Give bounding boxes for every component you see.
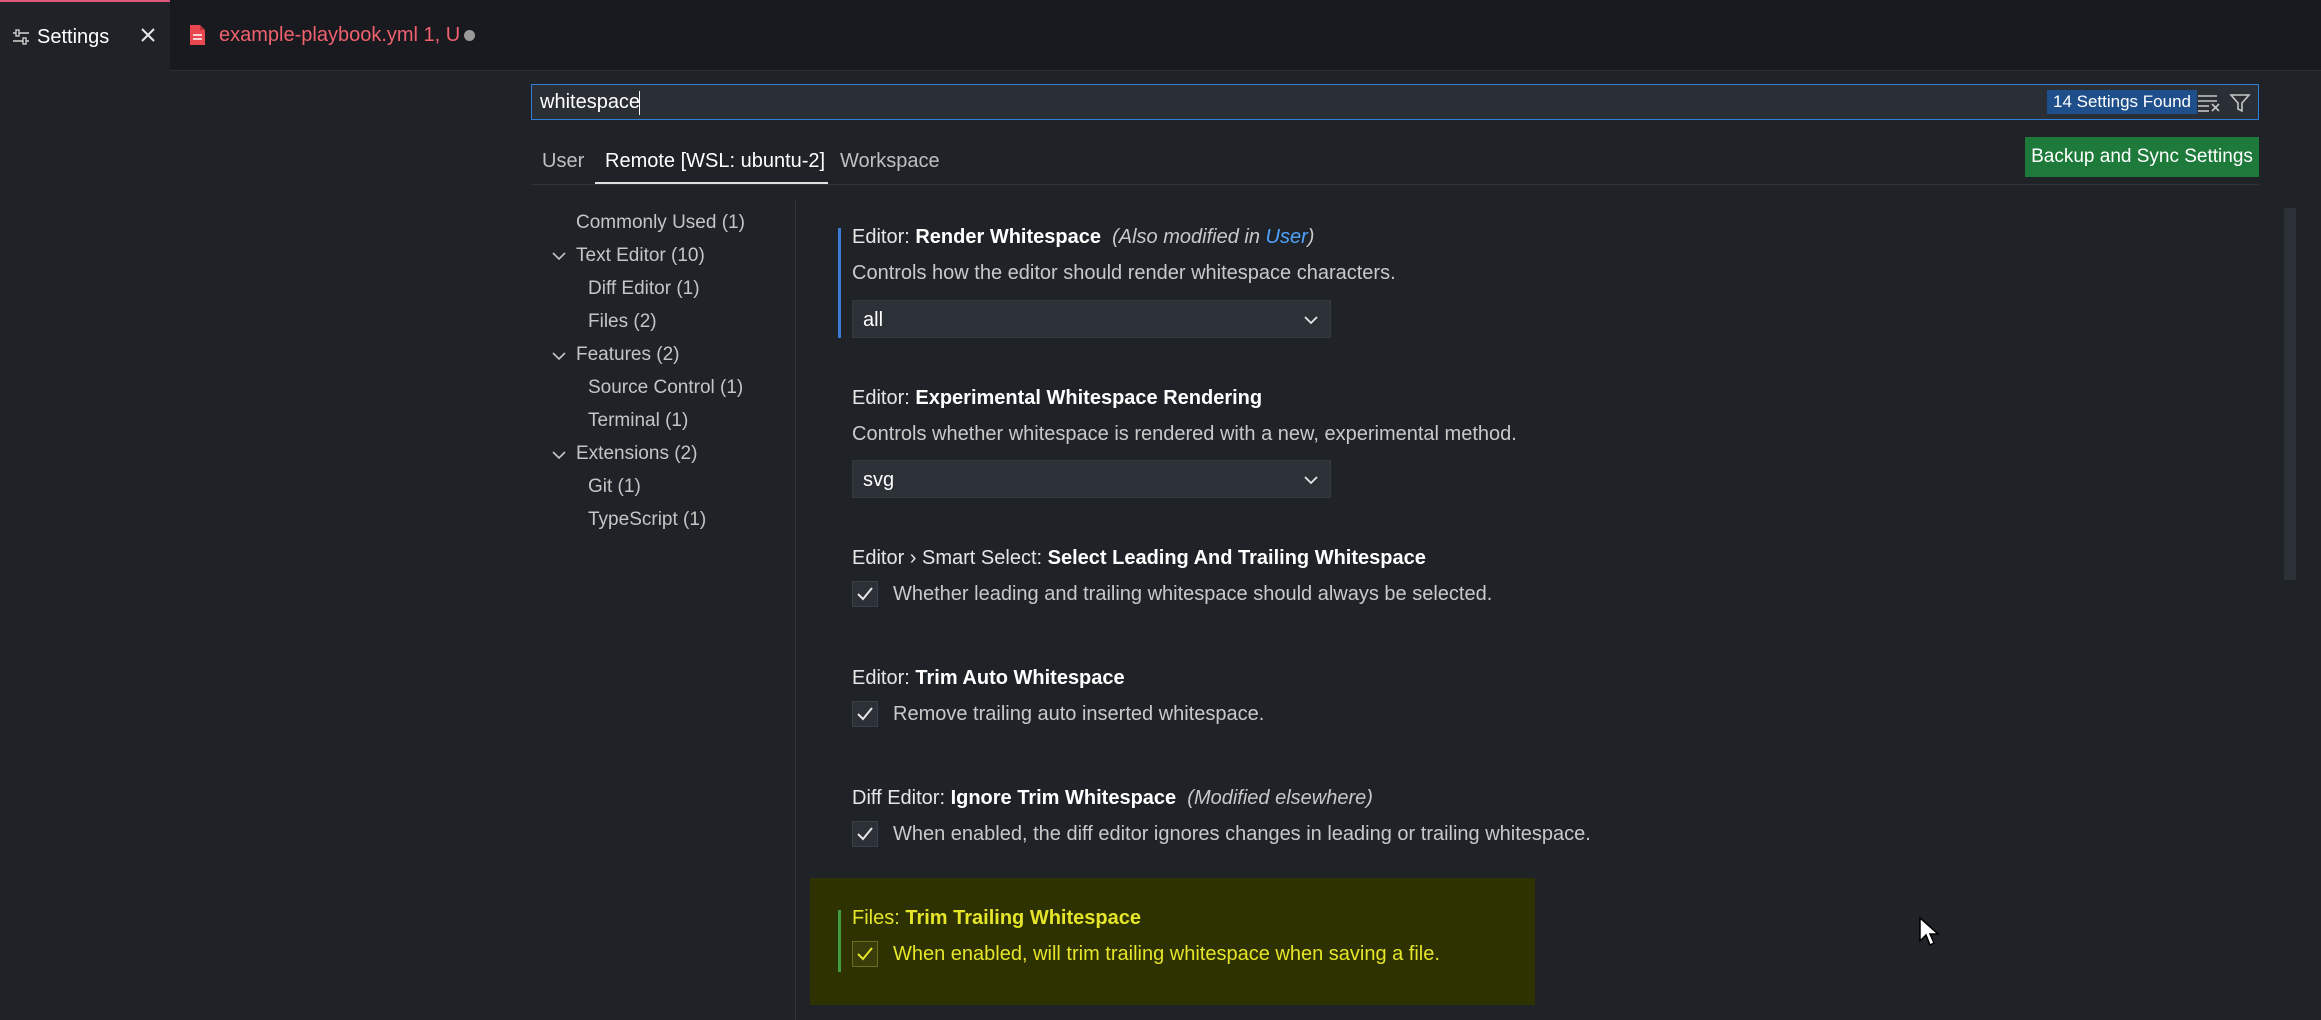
chevron-down-icon	[1304, 316, 1318, 325]
toc-files[interactable]: Files (2)	[588, 311, 657, 333]
focused-indicator	[838, 910, 841, 972]
settings-sliders-icon	[13, 29, 29, 45]
setting-category: Diff Editor:	[852, 787, 951, 809]
user-scope-link[interactable]: User	[1266, 226, 1308, 248]
chevron-down-icon[interactable]	[551, 348, 567, 364]
setting-diff-ignore-trim-title: Diff Editor: Ignore Trim Whitespace (Mod…	[852, 787, 1373, 810]
settings-found-badge: 14 Settings Found	[2047, 90, 2197, 114]
setting-category: Editor:	[852, 226, 916, 248]
setting-category: Editor:	[852, 387, 916, 409]
modified-indicator	[838, 228, 841, 338]
unsaved-dot-icon[interactable]	[464, 30, 475, 41]
experimental-whitespace-dropdown[interactable]: svg	[852, 460, 1331, 498]
dropdown-value: svg	[863, 469, 895, 491]
tab-workspace[interactable]: Workspace	[840, 150, 940, 173]
setting-trim-auto-description: Remove trailing auto inserted whitespace…	[893, 703, 1265, 725]
setting-category: Files:	[852, 907, 906, 929]
close-icon[interactable]	[137, 24, 159, 46]
tab-remote-wsl[interactable]: Remote [WSL: ubuntu-2]	[605, 150, 825, 173]
setting-render-whitespace-description: Controls how the editor should render wh…	[852, 262, 1396, 284]
smart-select-checkbox[interactable]	[852, 581, 878, 607]
setting-category: Editor:	[852, 667, 916, 689]
check-icon	[857, 587, 873, 601]
tab-settings[interactable]: Settings	[0, 0, 170, 72]
setting-name: Trim Auto Whitespace	[915, 667, 1125, 689]
modified-note: (Modified elsewhere)	[1187, 787, 1373, 809]
toc-text-editor[interactable]: Text Editor (10)	[576, 245, 705, 267]
diff-ignore-trim-checkbox[interactable]	[852, 821, 878, 847]
divider	[531, 184, 2259, 185]
toc-divider	[795, 200, 796, 1020]
dropdown-value: all	[863, 309, 884, 331]
setting-name: Ignore Trim Whitespace	[950, 787, 1177, 809]
modified-note: (Also modified in	[1112, 226, 1266, 248]
focused-setting-highlight	[810, 878, 1535, 1005]
chevron-down-icon	[1304, 476, 1318, 485]
toc-diff-editor[interactable]: Diff Editor (1)	[588, 278, 700, 300]
modified-note-end: )	[1307, 226, 1315, 248]
setting-name: Trim Trailing Whitespace	[905, 907, 1141, 929]
toc-typescript[interactable]: TypeScript (1)	[588, 509, 706, 531]
setting-diff-ignore-trim-description: When enabled, the diff editor ignores ch…	[893, 823, 1591, 845]
setting-name: Select Leading And Trailing Whitespace	[1047, 547, 1426, 569]
setting-smart-select-description: Whether leading and trailing whitespace …	[893, 583, 1493, 605]
clear-filter-icon[interactable]	[2197, 93, 2221, 113]
search-input[interactable]	[540, 89, 1940, 115]
setting-smart-select-title: Editor › Smart Select: Select Leading An…	[852, 547, 1426, 570]
yaml-file-icon	[190, 25, 205, 45]
tab-example-playbook[interactable]: example-playbook.yml 1, U	[172, 0, 492, 71]
toc-extensions[interactable]: Extensions (2)	[576, 443, 697, 465]
settings-search-box: 14 Settings Found	[531, 84, 2259, 120]
toc-source-control[interactable]: Source Control (1)	[588, 377, 743, 399]
backup-sync-button[interactable]: Backup and Sync Settings	[2025, 137, 2259, 177]
setting-category: Editor › Smart Select:	[852, 547, 1048, 569]
toc-commonly-used[interactable]: Commonly Used (1)	[576, 212, 745, 234]
tab-label: Settings	[37, 26, 110, 48]
check-icon	[857, 827, 873, 841]
scrollbar-thumb[interactable]	[2284, 208, 2296, 580]
editor-tab-bar: Settings example-playbook.yml 1, U	[0, 0, 2321, 72]
setting-experimental-whitespace-description: Controls whether whitespace is rendered …	[852, 423, 1517, 445]
setting-files-trim-title: Files: Trim Trailing Whitespace	[852, 907, 1141, 930]
check-icon	[857, 947, 873, 961]
text-caret	[639, 91, 640, 115]
files-trim-checkbox[interactable]	[852, 941, 878, 967]
render-whitespace-dropdown[interactable]: all	[852, 300, 1331, 338]
chevron-down-icon[interactable]	[551, 248, 567, 264]
setting-files-trim-description: When enabled, will trim trailing whitesp…	[893, 943, 1440, 965]
setting-name: Experimental Whitespace Rendering	[915, 387, 1263, 409]
toc-terminal[interactable]: Terminal (1)	[588, 410, 688, 432]
toc-git[interactable]: Git (1)	[588, 476, 641, 498]
check-icon	[857, 707, 873, 721]
setting-trim-auto-title: Editor: Trim Auto Whitespace	[852, 667, 1125, 690]
tab-user[interactable]: User	[542, 150, 584, 173]
setting-name: Render Whitespace	[915, 226, 1101, 248]
tab-label: example-playbook.yml 1, U	[219, 24, 461, 46]
filter-icon[interactable]	[2229, 92, 2251, 114]
setting-experimental-whitespace-title: Editor: Experimental Whitespace Renderin…	[852, 387, 1262, 410]
trim-auto-checkbox[interactable]	[852, 701, 878, 727]
chevron-down-icon[interactable]	[551, 447, 567, 463]
mouse-cursor-icon	[1919, 917, 1940, 947]
toc-features[interactable]: Features (2)	[576, 344, 679, 366]
setting-render-whitespace-title: Editor: Render Whitespace (Also modified…	[852, 226, 1314, 249]
